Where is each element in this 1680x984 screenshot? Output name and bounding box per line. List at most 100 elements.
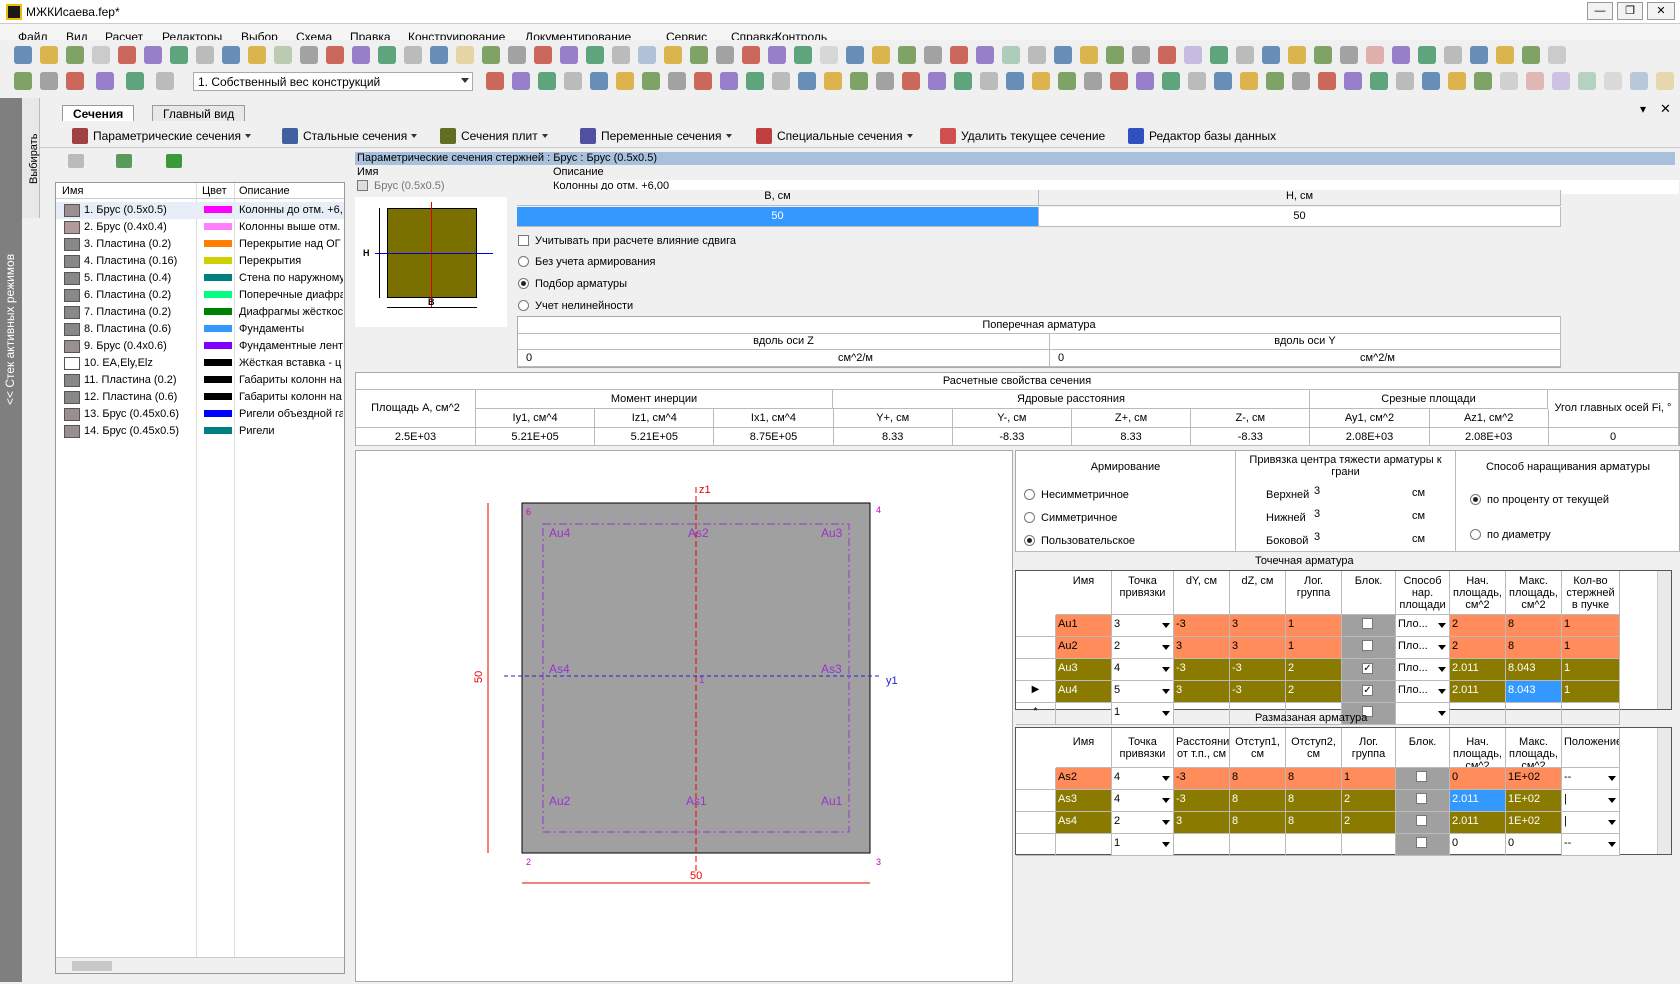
toolbar-tool-icon[interactable] xyxy=(924,46,942,64)
toolbar-tool-icon[interactable] xyxy=(1288,46,1306,64)
toolbar-tool-icon[interactable] xyxy=(118,46,136,64)
toolbar-tool-icon[interactable] xyxy=(40,46,58,64)
toolbar-tool-icon[interactable] xyxy=(824,72,842,90)
grid-cell[interactable] xyxy=(1396,790,1450,812)
toolbar-tool-icon[interactable] xyxy=(742,46,760,64)
grid-cell[interactable]: 1 xyxy=(1562,637,1620,659)
toolbar-tool-icon[interactable] xyxy=(1340,46,1358,64)
grid-cell[interactable]: 8 xyxy=(1286,768,1342,790)
toolbar-tool-icon[interactable] xyxy=(1522,46,1540,64)
toolbar-tool-icon[interactable] xyxy=(768,46,786,64)
toolbar-tool-icon[interactable] xyxy=(1444,46,1462,64)
toolbar-tool-icon[interactable] xyxy=(1266,72,1284,90)
grid-cell[interactable]: -3 xyxy=(1230,659,1286,681)
toolbar-tool-icon[interactable] xyxy=(534,46,552,64)
toolbar-tool-icon[interactable] xyxy=(1392,46,1410,64)
toolbar-tool-icon[interactable] xyxy=(1158,46,1176,64)
grid-cell[interactable]: -3 xyxy=(1174,659,1230,681)
name-check[interactable] xyxy=(357,180,368,191)
toolbar-tool-icon[interactable] xyxy=(1032,72,1050,90)
section-color-swatch[interactable] xyxy=(204,308,232,315)
toolbar-tool-icon[interactable] xyxy=(1578,72,1596,90)
toolbar-tool-icon[interactable] xyxy=(564,72,582,90)
grid-cell[interactable]: 8 xyxy=(1230,768,1286,790)
grid-cell[interactable]: 2.011 xyxy=(1450,681,1506,703)
row-selector[interactable] xyxy=(1016,659,1056,681)
grid-cell[interactable]: Au4 xyxy=(1056,681,1112,703)
toolbar-tool-icon[interactable] xyxy=(876,72,894,90)
toolbar-tool-icon[interactable] xyxy=(14,72,32,90)
grid-cell[interactable]: | xyxy=(1562,790,1620,812)
grid-cell[interactable]: 8 xyxy=(1230,812,1286,834)
toolbar-tool-icon[interactable] xyxy=(928,72,946,90)
grid-cell[interactable]: 1 xyxy=(1562,615,1620,637)
grid-cell[interactable]: Пло... xyxy=(1396,659,1450,681)
plate-sections-button[interactable]: Сечения плит xyxy=(440,128,548,144)
section-color-swatch[interactable] xyxy=(204,223,232,230)
toolbar-tool-icon[interactable] xyxy=(222,46,240,64)
grid-cell[interactable]: 4 xyxy=(1112,768,1174,790)
side-input[interactable]: 3 xyxy=(1312,531,1402,545)
toolbar-tool-icon[interactable] xyxy=(248,46,266,64)
block-checkbox[interactable] xyxy=(1362,663,1373,674)
section-drawing[interactable]: z1 y1 1 50 50 Au4 As2 Au3 As4 As3 Au2 As1 Au1 6… xyxy=(355,450,1013,982)
list-item[interactable]: 13. Брус (0.45x0.6) Ригели объездной га xyxy=(56,406,344,423)
grid-cell[interactable]: 0 xyxy=(1450,834,1506,856)
toolbar-tool-icon[interactable] xyxy=(144,46,162,64)
radio-sym[interactable] xyxy=(1024,512,1035,523)
grid-cell[interactable] xyxy=(1342,659,1396,681)
grid-cell[interactable] xyxy=(1396,768,1450,790)
grid-cell[interactable]: As4 xyxy=(1056,812,1112,834)
section-color-swatch[interactable] xyxy=(204,291,232,298)
section-color-swatch[interactable] xyxy=(204,427,232,434)
row-selector[interactable] xyxy=(1016,637,1056,659)
toolbar-tool-icon[interactable] xyxy=(638,46,656,64)
steel-sections-button[interactable]: Стальные сечения xyxy=(282,128,418,144)
menu-arrow-icon[interactable]: ▾ xyxy=(1640,102,1646,116)
toolbar-tool-icon[interactable] xyxy=(720,72,738,90)
param-sections-button[interactable]: Параметрические сечения xyxy=(72,128,251,144)
toolbar-tool-icon[interactable] xyxy=(1314,46,1332,64)
scroll-thumb[interactable] xyxy=(72,961,112,971)
toolbar-tool-icon[interactable] xyxy=(1006,72,1024,90)
list-item[interactable]: 9. Брус (0.4x0.6) Фундаментные лент xyxy=(56,338,344,355)
block-checkbox[interactable] xyxy=(1416,793,1427,804)
toolbar-tool-icon[interactable] xyxy=(1548,46,1566,64)
grid-cell[interactable] xyxy=(1396,703,1450,725)
along-z-value[interactable]: 0 см^2/м xyxy=(518,350,1050,367)
toolbar-tool-icon[interactable] xyxy=(1370,72,1388,90)
grid-cell[interactable]: 8 xyxy=(1286,812,1342,834)
toolbar-tool-icon[interactable] xyxy=(486,72,504,90)
opt-sym[interactable]: Симметричное xyxy=(1024,512,1117,524)
toolbar-tool-icon[interactable] xyxy=(976,46,994,64)
toolbar-tool-icon[interactable] xyxy=(1500,72,1518,90)
grid-cell[interactable]: Au2 xyxy=(1056,637,1112,659)
grid-cell[interactable] xyxy=(1056,703,1112,725)
list-item[interactable]: 7. Пластина (0.2) Диафрагмы жёсткос xyxy=(56,304,344,321)
grid-cell[interactable]: 8 xyxy=(1506,637,1562,659)
list-item[interactable]: 10. EA,Ely,Elz Жёсткая вставка - ц xyxy=(56,355,344,372)
grid-cell[interactable]: 2 xyxy=(1112,637,1174,659)
grid-cell[interactable]: 2 xyxy=(1450,615,1506,637)
toolbar-tool-icon[interactable] xyxy=(430,46,448,64)
grid-cell[interactable]: 2 xyxy=(1112,812,1174,834)
toolbar-tool-icon[interactable] xyxy=(1080,46,1098,64)
opt-no-arm[interactable]: Без учета армирования xyxy=(518,256,655,268)
active-modes-bar[interactable]: << Стек активных режимов xyxy=(0,98,22,982)
grid-cell[interactable]: -3 xyxy=(1174,615,1230,637)
row-selector[interactable]: * xyxy=(1016,703,1056,725)
block-checkbox[interactable] xyxy=(1416,815,1427,826)
section-color-swatch[interactable] xyxy=(204,257,232,264)
toolbar-tool-icon[interactable] xyxy=(1496,46,1514,64)
grid-cell[interactable]: 1 xyxy=(1562,659,1620,681)
toolbar-tool-icon[interactable] xyxy=(954,72,972,90)
toolbar-tool-icon[interactable] xyxy=(1084,72,1102,90)
grid-cell[interactable]: | xyxy=(1562,812,1620,834)
toolbar-tool-icon[interactable] xyxy=(1188,72,1206,90)
toolbar-tool-icon[interactable] xyxy=(404,46,422,64)
grid-cell[interactable]: 2 xyxy=(1450,637,1506,659)
grid-cell[interactable]: Пло... xyxy=(1396,637,1450,659)
toolbar-tool-icon[interactable] xyxy=(126,72,144,90)
toolbar-tool-icon[interactable] xyxy=(690,46,708,64)
toolbar-tool-icon[interactable] xyxy=(1418,46,1436,64)
